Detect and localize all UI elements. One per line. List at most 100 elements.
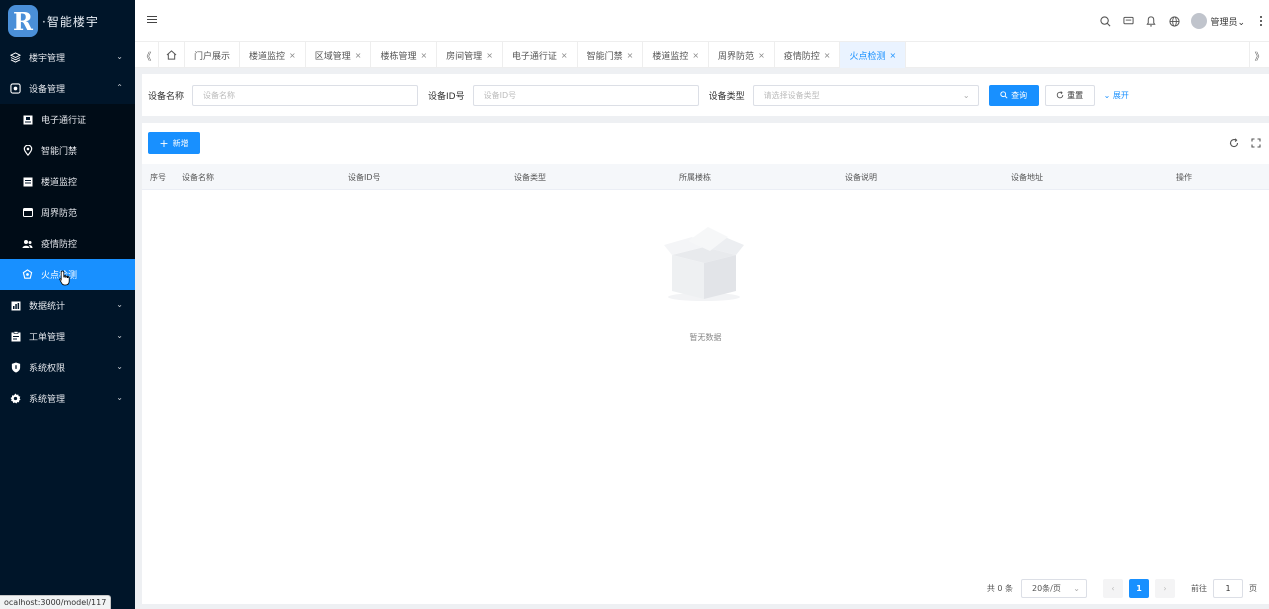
app-title: ·智能楼宇	[42, 14, 99, 29]
column-header[interactable]: 所属楼栋	[679, 172, 711, 183]
sidebar-item-perimeter[interactable]: 周界防范	[0, 197, 135, 228]
clipboard-icon	[10, 331, 21, 342]
close-icon[interactable]: ×	[420, 51, 427, 60]
sidebar-item-work-order[interactable]: 工单管理 ⌄	[0, 321, 135, 352]
location-pin-icon	[22, 145, 33, 156]
chevron-down-icon: ⌄	[116, 362, 123, 371]
sidebar-item-label: 系统管理	[29, 395, 66, 405]
device-type-select[interactable]: 请选择设备类型 ⌄	[752, 84, 979, 106]
sidebar-item-smart-access[interactable]: 智能门禁	[0, 135, 135, 166]
sidebar-item-label: 周界防范	[41, 209, 78, 219]
tab-area-manage[interactable]: 区域管理 ×	[306, 42, 372, 68]
query-button[interactable]: 查询	[988, 84, 1039, 106]
close-icon[interactable]: ×	[824, 51, 831, 60]
refresh-icon[interactable]	[1229, 138, 1239, 151]
tab-fire-detect[interactable]: 火点检测 ×	[840, 42, 907, 68]
sidebar-item-label: 数据统计	[29, 302, 66, 312]
chart-icon	[10, 300, 21, 311]
sidebar-item-epidemic[interactable]: 疫情防控	[0, 228, 135, 259]
tab-building-manage[interactable]: 楼栋管理 ×	[371, 42, 438, 68]
search-icon[interactable]	[1099, 15, 1111, 27]
reset-button[interactable]: 重置	[1044, 84, 1095, 106]
sidebar: R ·智能楼宇 楼宇管理 ⌄ 设备管理 ⌃ 电子通行证 智能门禁 楼道监控 周界…	[0, 0, 135, 609]
tab-home[interactable]	[159, 42, 185, 68]
close-icon[interactable]: ×	[692, 51, 699, 60]
add-button[interactable]: + 新增	[148, 132, 200, 154]
close-icon[interactable]: ×	[758, 51, 765, 60]
menu-toggle-icon[interactable]	[147, 16, 157, 25]
people-icon	[22, 238, 33, 249]
device-icon	[10, 83, 21, 94]
refresh-icon	[1056, 91, 1064, 99]
page-jump-input[interactable]: 1	[1213, 578, 1243, 598]
sidebar-item-statistics[interactable]: 数据统计 ⌄	[0, 290, 135, 321]
fence-icon	[22, 207, 33, 218]
device-name-label: 设备名称	[148, 91, 185, 102]
sidebar-item-e-pass[interactable]: 电子通行证	[0, 104, 135, 135]
sidebar-item-building[interactable]: 楼宇管理 ⌄	[0, 42, 135, 73]
close-icon[interactable]: ×	[627, 51, 634, 60]
sidebar-item-corridor-monitor[interactable]: 楼道监控	[0, 166, 135, 197]
app-logo[interactable]: R ·智能楼宇	[0, 0, 135, 42]
close-icon[interactable]: ×	[890, 51, 897, 60]
fire-detect-icon	[22, 269, 33, 280]
empty-text: 暂无数据	[689, 333, 722, 342]
next-page-button[interactable]: ›	[1155, 578, 1175, 598]
close-icon[interactable]: ×	[355, 51, 362, 60]
column-header[interactable]: 序号	[150, 172, 166, 183]
sidebar-item-label: 智能门禁	[41, 147, 78, 157]
chevron-up-icon: ⌃	[116, 83, 123, 92]
expand-link[interactable]: ⌄ 展开	[1104, 90, 1129, 101]
tab-scroll-left-icon[interactable]: 《	[135, 42, 159, 68]
tab-corridor-monitor-2[interactable]: 楼道监控 ×	[643, 42, 710, 68]
sidebar-item-system[interactable]: 系统管理 ⌄	[0, 383, 135, 414]
tab-e-pass[interactable]: 电子通行证 ×	[503, 42, 578, 68]
device-id-input[interactable]: 设备ID号	[472, 84, 699, 106]
sidebar-item-label: 电子通行证	[41, 116, 87, 126]
more-vertical-icon[interactable]	[1255, 15, 1267, 27]
device-name-input[interactable]: 设备名称	[192, 84, 419, 106]
bell-icon[interactable]	[1145, 15, 1157, 27]
tab-portal[interactable]: 门户展示	[185, 42, 241, 68]
column-header[interactable]: 设备名称	[182, 172, 214, 183]
sidebar-item-label: 工单管理	[29, 333, 66, 343]
pagination: 共 0 条 20条/页 ⌄ ‹ 1 › 前往 1 页	[987, 578, 1257, 598]
chevron-down-icon: ⌄	[1237, 17, 1245, 28]
column-header[interactable]: 设备说明	[845, 172, 877, 183]
chevron-down-icon: ⌄	[1103, 90, 1113, 100]
tab-perimeter[interactable]: 周界防范 ×	[709, 42, 775, 68]
user-menu[interactable]: 管理员⌄	[1210, 15, 1245, 28]
tab-corridor-monitor[interactable]: 楼道监控 ×	[240, 42, 306, 68]
sidebar-item-permissions[interactable]: 系统权限 ⌄	[0, 352, 135, 383]
tab-epidemic[interactable]: 疫情防控 ×	[775, 42, 841, 68]
column-header[interactable]: 设备ID号	[348, 172, 381, 183]
device-id-label: 设备ID号	[428, 91, 465, 102]
message-icon[interactable]	[1122, 15, 1134, 27]
fullscreen-icon[interactable]	[1251, 138, 1261, 151]
monitor-icon	[22, 176, 33, 187]
sidebar-item-device[interactable]: 设备管理 ⌃	[0, 73, 135, 104]
tab-room-manage[interactable]: 房间管理 ×	[437, 42, 503, 68]
page-size-select[interactable]: 20条/页 ⌄	[1021, 578, 1087, 598]
close-icon[interactable]: ×	[561, 51, 568, 60]
chevron-down-icon: ⌄	[116, 52, 123, 61]
chevron-down-icon: ⌄	[962, 90, 970, 100]
empty-box-icon	[664, 227, 744, 301]
sidebar-item-label: 设备管理	[29, 85, 66, 95]
avatar[interactable]	[1191, 13, 1208, 29]
close-icon[interactable]: ×	[486, 51, 493, 60]
column-header[interactable]: 设备地址	[1011, 172, 1043, 183]
sidebar-item-label: 疫情防控	[41, 240, 78, 250]
chevron-down-icon: ⌄	[1073, 583, 1080, 593]
prev-page-button[interactable]: ‹	[1103, 578, 1123, 598]
plus-icon: +	[159, 136, 169, 150]
page-number[interactable]: 1	[1129, 578, 1149, 598]
tab-smart-access[interactable]: 智能门禁 ×	[578, 42, 644, 68]
chevron-down-icon: ⌄	[116, 300, 123, 309]
globe-icon[interactable]	[1168, 15, 1180, 27]
logo-icon: R	[8, 5, 38, 37]
close-icon[interactable]: ×	[289, 51, 296, 60]
column-header[interactable]: 操作	[1176, 172, 1192, 183]
tab-scroll-right-icon[interactable]: 》	[1249, 42, 1269, 68]
column-header[interactable]: 设备类型	[514, 172, 546, 183]
